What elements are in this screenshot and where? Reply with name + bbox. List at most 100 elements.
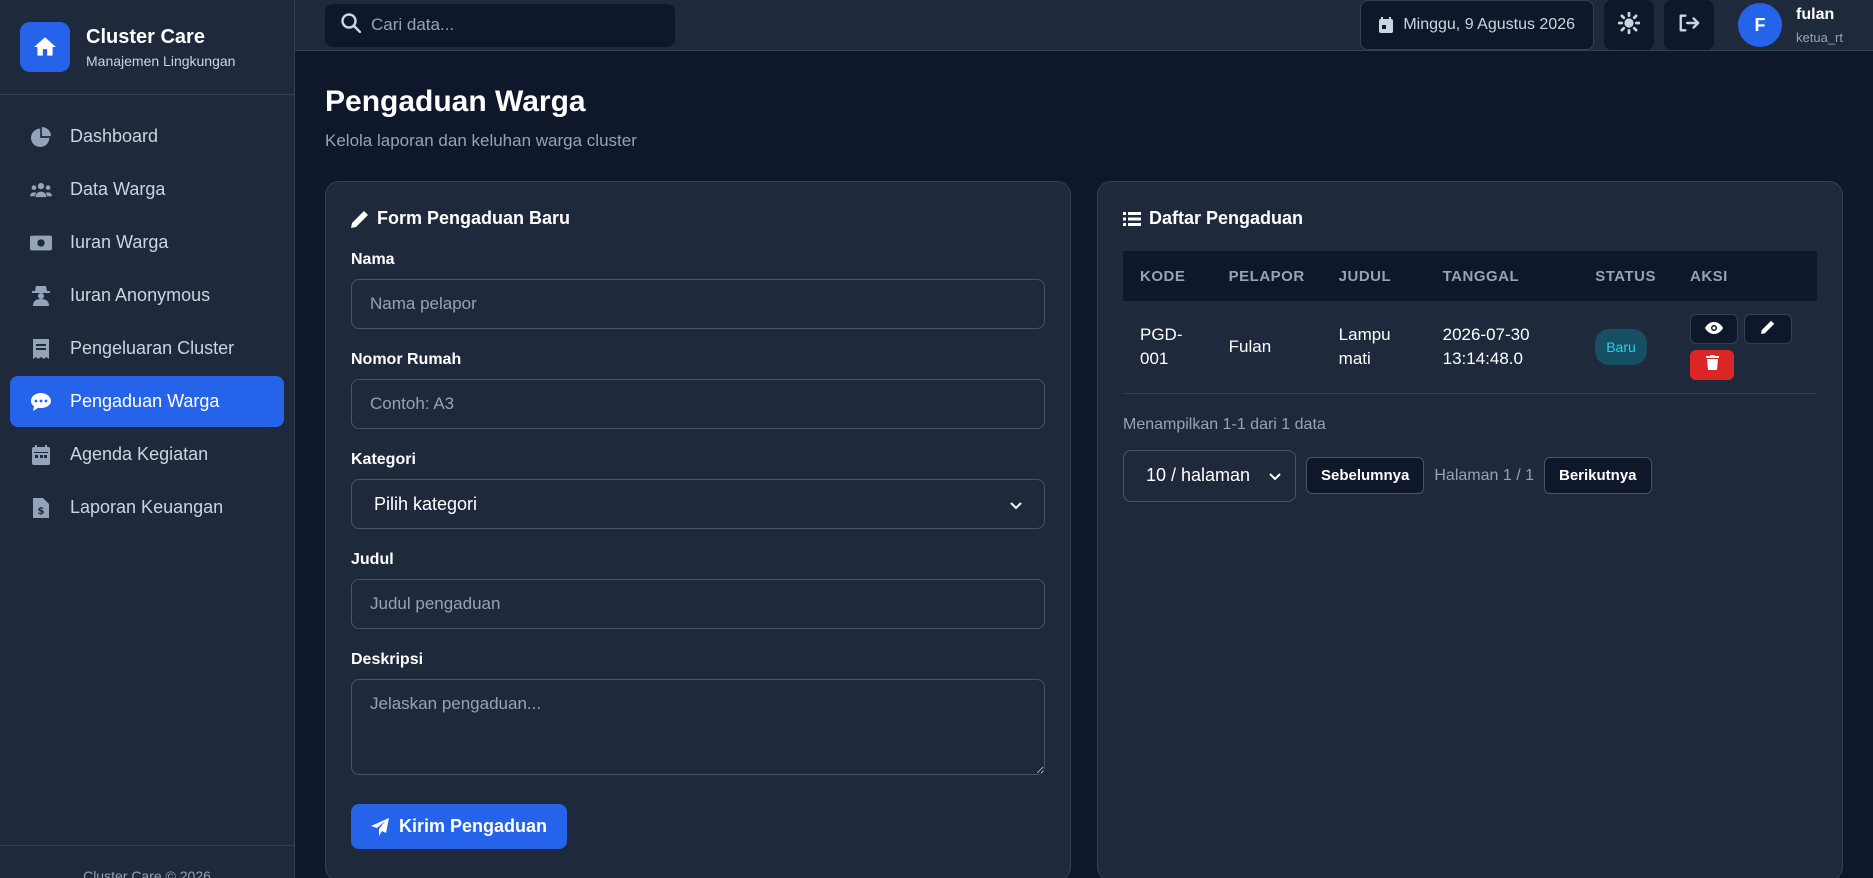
cell-aksi: [1673, 301, 1817, 394]
user-secret-icon: [30, 285, 52, 307]
sidebar-item-pengeluaran-cluster[interactable]: Pengeluaran Cluster: [10, 323, 284, 374]
col-status: STATUS: [1595, 267, 1656, 285]
sidebar-item-iuran-warga[interactable]: Iuran Warga: [10, 217, 284, 268]
sidebar-item-agenda-kegiatan[interactable]: Agenda Kegiatan: [10, 429, 284, 480]
sidebar-item-pengaduan-warga[interactable]: Pengaduan Warga: [10, 376, 284, 427]
col-tanggal: TANGGAL: [1442, 267, 1520, 285]
status-badge: Baru: [1595, 328, 1647, 365]
prev-page-button[interactable]: Sebelumnya: [1306, 457, 1425, 494]
sidebar-item-label: Iuran Anonymous: [70, 285, 211, 305]
cell-status: Baru: [1578, 301, 1673, 394]
topbar: Minggu, 9 Agustus 2026 F fulan: [295, 0, 1873, 51]
field-kategori: Kategori Pilih kategori: [351, 451, 1045, 529]
brand-subtitle: Manajemen Lingkungan: [86, 52, 236, 69]
home-icon[interactable]: [20, 22, 70, 72]
pagination: 10 / halaman Sebelumnya Halaman 1 / 1 Be…: [1123, 449, 1817, 502]
kategori-select[interactable]: Pilih kategori: [351, 479, 1045, 529]
submit-complaint-button[interactable]: Kirim Pengaduan: [351, 804, 568, 849]
nomor-rumah-input[interactable]: [351, 379, 1045, 429]
sidebar-item-label: Agenda Kegiatan: [70, 444, 209, 464]
sidebar-item-iuran-anonymous[interactable]: Iuran Anonymous: [10, 270, 284, 321]
avatar: F: [1738, 3, 1783, 47]
sidebar-item-label: Iuran Warga: [70, 232, 169, 252]
field-deskripsi: Deskripsi: [351, 651, 1045, 780]
chevron-down-icon: [1269, 465, 1281, 486]
search-box: [325, 3, 675, 47]
paper-plane-icon: [371, 817, 389, 836]
complaint-form-card: Form Pengaduan Baru Nama Nomor Rumah Kat…: [325, 181, 1071, 878]
field-judul: Judul: [351, 551, 1045, 629]
search-icon: [341, 12, 362, 38]
judul-label: Judul: [351, 551, 394, 568]
money-icon: [30, 232, 52, 254]
date-text: Minggu, 9 Agustus 2026: [1403, 16, 1576, 33]
sun-icon: [1617, 11, 1641, 39]
main: Minggu, 9 Agustus 2026 F fulan: [295, 0, 1873, 878]
cards-row: Form Pengaduan Baru Nama Nomor Rumah Kat…: [325, 181, 1843, 878]
kategori-selected-value: Pilih kategori: [374, 493, 478, 514]
sidebar-item-label: Dashboard: [70, 126, 159, 146]
sidebar-item-dashboard[interactable]: Dashboard: [10, 111, 284, 162]
search-input[interactable]: [371, 15, 651, 35]
table-row: PGD-001 Fulan Lampu mati 2026-07-30 13:1…: [1123, 301, 1817, 394]
sidebar-item-label: Pengaduan Warga: [70, 391, 220, 411]
pencil-icon: [1761, 317, 1775, 341]
form-title: Form Pengaduan Baru: [351, 208, 1045, 229]
sidebar: Cluster Care Manajemen Lingkungan Dashbo…: [0, 0, 295, 878]
kategori-label: Kategori: [351, 451, 416, 468]
sidebar-footer: Cluster Care © 2026: [0, 845, 294, 878]
nama-input[interactable]: [351, 279, 1045, 329]
content: Pengaduan Warga Kelola laporan dan keluh…: [295, 51, 1873, 878]
delete-button[interactable]: [1690, 349, 1734, 380]
cell-kode: PGD-001: [1123, 301, 1212, 394]
date-display: Minggu, 9 Agustus 2026: [1360, 0, 1595, 50]
col-judul: JUDUL: [1338, 267, 1392, 285]
pencil-icon: [351, 210, 369, 228]
list-title: Daftar Pengaduan: [1123, 208, 1817, 229]
sidebar-item-data-warga[interactable]: Data Warga: [10, 164, 284, 215]
col-kode: KODE: [1140, 267, 1186, 285]
page-info: Halaman 1 / 1: [1434, 466, 1534, 484]
logout-button[interactable]: [1664, 0, 1715, 50]
field-nomor-rumah: Nomor Rumah: [351, 351, 1045, 429]
form-title-text: Form Pengaduan Baru: [377, 208, 571, 228]
calendar-day-icon: [1379, 17, 1394, 33]
sidebar-item-label: Pengeluaran Cluster: [70, 338, 235, 358]
brand-title: Cluster Care: [86, 25, 205, 48]
calendar-icon: [30, 444, 52, 466]
complaint-list-card: Daftar Pengaduan KODE PELAPOR JUDUL TANG…: [1097, 181, 1843, 878]
col-aksi: AKSI: [1690, 267, 1728, 285]
sidebar-item-label: Data Warga: [70, 179, 166, 199]
row-actions: [1690, 313, 1800, 380]
user-role: ketua_rt: [1796, 29, 1843, 45]
deskripsi-textarea[interactable]: [351, 679, 1045, 775]
cell-pelapor: Fulan: [1211, 301, 1322, 394]
users-icon: [30, 179, 52, 201]
judul-input[interactable]: [351, 579, 1045, 629]
sidebar-item-laporan-keuangan[interactable]: $ Laporan Keuangan: [10, 482, 284, 533]
comment-icon: [30, 391, 52, 413]
page-title: Pengaduan Warga: [325, 85, 586, 118]
svg-text:$: $: [38, 506, 45, 517]
sidebar-nav: Dashboard Data Warga Iuran Warga Iuran A…: [0, 95, 294, 549]
edit-button[interactable]: [1744, 313, 1792, 344]
col-pelapor: PELAPOR: [1228, 267, 1305, 285]
eye-icon: [1705, 317, 1723, 341]
per-page-select[interactable]: 10 / halaman: [1123, 449, 1296, 502]
user-menu[interactable]: F fulan ketua_rt: [1738, 3, 1843, 47]
user-name: fulan: [1796, 5, 1835, 23]
trash-icon: [1705, 353, 1719, 377]
next-page-button[interactable]: Berikutnya: [1543, 457, 1652, 494]
view-button[interactable]: [1690, 313, 1738, 344]
pagination-summary: Menampilkan 1-1 dari 1 data: [1123, 415, 1326, 433]
chevron-down-icon: [1010, 494, 1022, 515]
chart-pie-icon: [30, 126, 52, 148]
brand: Cluster Care Manajemen Lingkungan: [0, 0, 294, 95]
submit-label: Kirim Pengaduan: [399, 816, 548, 836]
logout-icon: [1678, 13, 1700, 38]
theme-toggle-button[interactable]: [1604, 0, 1655, 50]
list-icon: [1123, 211, 1141, 227]
receipt-icon: [30, 338, 52, 360]
complaint-table: KODE PELAPOR JUDUL TANGGAL STATUS AKSI P…: [1123, 251, 1817, 394]
list-title-text: Daftar Pengaduan: [1149, 208, 1304, 228]
